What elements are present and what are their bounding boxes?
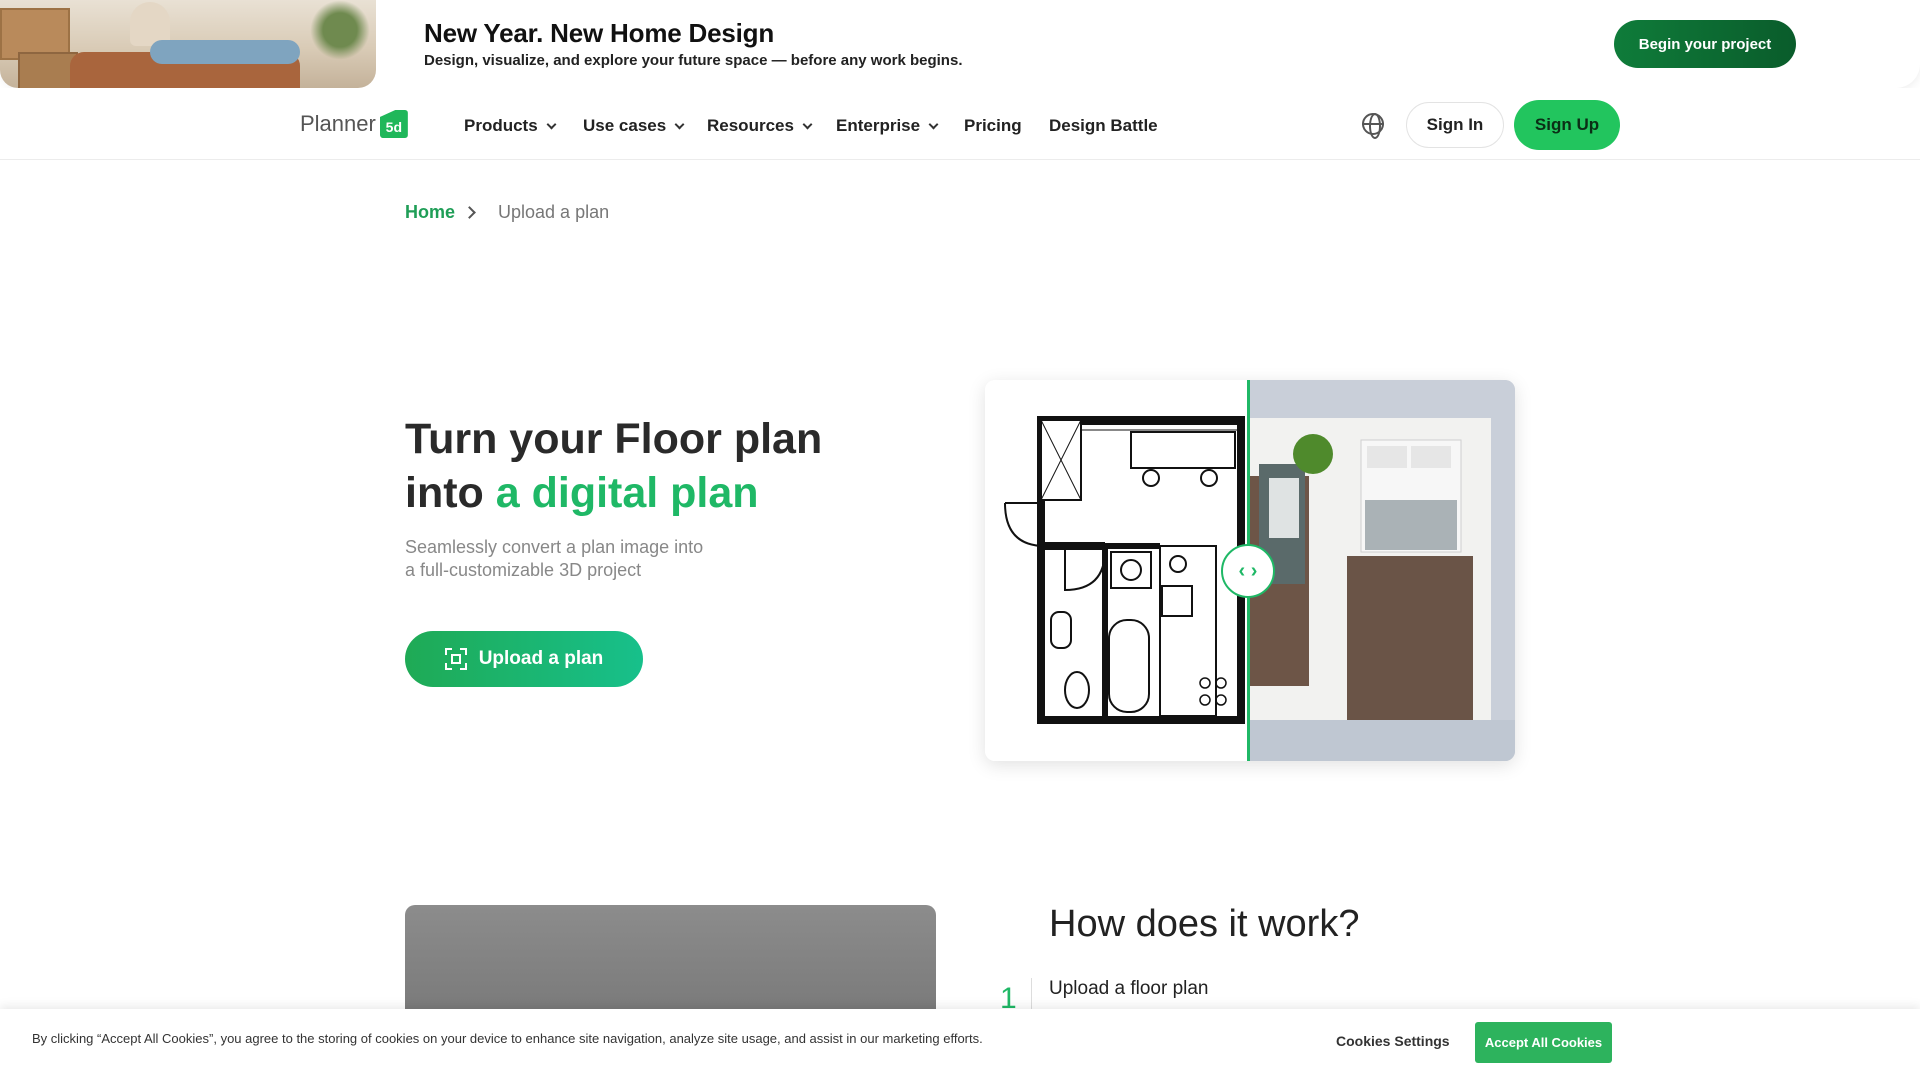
logo-text: Planner xyxy=(300,111,376,136)
nav-item-pricing[interactable]: Pricing xyxy=(964,116,1022,136)
sign-in-button[interactable]: Sign In xyxy=(1406,102,1504,148)
hero-title-accent: a digital plan xyxy=(495,469,759,517)
floor-plan-2d-image xyxy=(985,380,1249,761)
nav-item-label: Products xyxy=(464,116,538,135)
begin-project-button[interactable]: Begin your project xyxy=(1614,20,1796,68)
compare-handle-icon[interactable]: ‹ › xyxy=(1221,544,1275,598)
floor-plan-3d-render xyxy=(1249,380,1515,761)
chevron-down-icon xyxy=(546,119,557,129)
hero-title-line1: Turn your Floor plan xyxy=(405,415,823,463)
hero-subtitle-line2: a full-customizable 3D project xyxy=(405,560,642,580)
how-it-works-title: How does it work? xyxy=(1049,903,1360,945)
chevron-down-icon xyxy=(802,119,813,129)
nav-item-resources[interactable]: Resources xyxy=(707,116,813,136)
nav-item-label: Design Battle xyxy=(1049,116,1158,135)
cookie-banner: By clicking “Accept All Cookies”, you ag… xyxy=(0,1009,1920,1080)
cookies-settings-button[interactable]: Cookies Settings xyxy=(1336,1033,1450,1049)
step-title: Upload a floor plan xyxy=(1049,978,1209,999)
promo-subtitle: Design, visualize, and explore your futu… xyxy=(424,52,963,69)
hero-title: Turn your Floor plan into a digital plan xyxy=(405,412,822,520)
nav-item-label: Enterprise xyxy=(836,116,921,135)
main-nav: Planner 5d Products Use cases Resources … xyxy=(0,88,1920,160)
scan-icon xyxy=(444,648,467,670)
nav-item-label: Use cases xyxy=(583,116,667,135)
promo-image xyxy=(0,0,376,88)
breadcrumb: Home Upload a plan xyxy=(405,202,609,223)
nav-item-enterprise[interactable]: Enterprise xyxy=(836,116,939,136)
plan-comparison-slider[interactable]: ‹ › xyxy=(985,380,1515,761)
promo-title: New Year. New Home Design xyxy=(424,18,774,48)
chevron-down-icon xyxy=(674,119,685,129)
accept-cookies-button[interactable]: Accept All Cookies xyxy=(1475,1022,1612,1063)
nav-item-products[interactable]: Products xyxy=(464,116,557,136)
upload-plan-label: Upload a plan xyxy=(478,648,604,669)
logo[interactable]: Planner 5d xyxy=(300,108,408,140)
nav-item-design-battle[interactable]: Design Battle xyxy=(1049,116,1158,136)
cookie-text: By clicking “Accept All Cookies”, you ag… xyxy=(32,1031,983,1046)
hero-subtitle: Seamlessly convert a plan image into a f… xyxy=(405,536,765,582)
logo-mark-icon: 5d xyxy=(379,110,408,138)
chevron-right-icon xyxy=(463,206,476,219)
hero-title-line2: into a digital plan xyxy=(405,466,822,520)
breadcrumb-home-link[interactable]: Home xyxy=(405,202,455,223)
hero-subtitle-line1: Seamlessly convert a plan image into xyxy=(405,537,704,557)
hero-title-prefix: into xyxy=(405,469,496,517)
nav-item-use-cases[interactable]: Use cases xyxy=(583,116,685,136)
globe-icon[interactable] xyxy=(1362,113,1384,139)
breadcrumb-current: Upload a plan xyxy=(498,202,610,222)
upload-plan-button[interactable]: Upload a plan xyxy=(405,631,643,687)
nav-item-label: Resources xyxy=(707,116,794,135)
sign-up-button[interactable]: Sign Up xyxy=(1514,100,1620,150)
nav-item-label: Pricing xyxy=(964,116,1022,135)
promo-banner: New Year. New Home Design Design, visual… xyxy=(0,0,1920,88)
chevron-down-icon xyxy=(928,119,939,129)
